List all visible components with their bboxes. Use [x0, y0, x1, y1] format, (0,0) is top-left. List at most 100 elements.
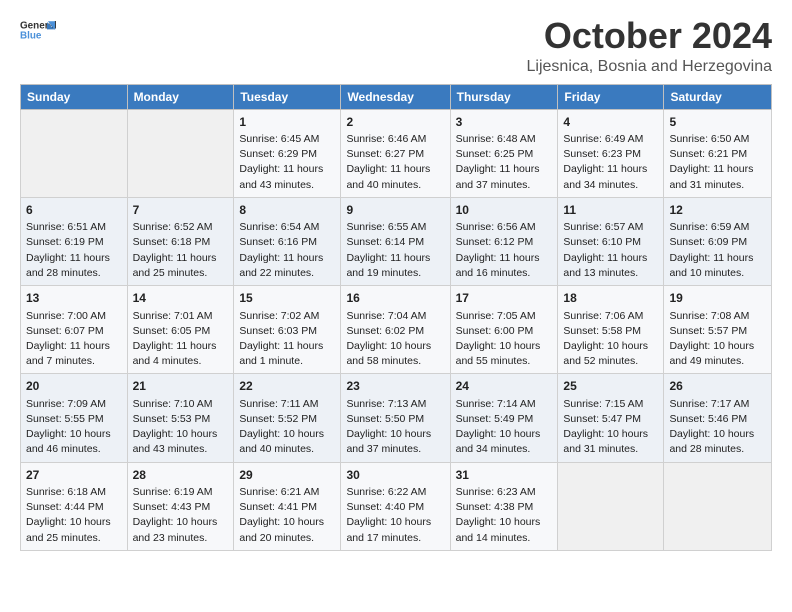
- calendar-cell: 25Sunrise: 7:15 AMSunset: 5:47 PMDayligh…: [558, 374, 664, 462]
- sunrise-text: Sunrise: 6:19 AM: [133, 486, 213, 498]
- sunrise-text: Sunrise: 6:52 AM: [133, 221, 213, 233]
- sunset-text: Sunset: 5:47 PM: [563, 413, 641, 425]
- day-number: 31: [456, 467, 553, 484]
- daylight-text: Daylight: 11 hours and 37 minutes.: [456, 163, 540, 190]
- day-number: 18: [563, 290, 658, 307]
- calendar-cell: 3Sunrise: 6:48 AMSunset: 6:25 PMDaylight…: [450, 109, 558, 197]
- daylight-text: Daylight: 11 hours and 25 minutes.: [133, 252, 217, 279]
- day-number: 1: [239, 114, 335, 131]
- sunset-text: Sunset: 6:02 PM: [346, 325, 424, 337]
- calendar-cell: 15Sunrise: 7:02 AMSunset: 6:03 PMDayligh…: [234, 286, 341, 374]
- day-number: 27: [26, 467, 122, 484]
- daylight-text: Daylight: 11 hours and 16 minutes.: [456, 252, 540, 279]
- calendar-cell: 26Sunrise: 7:17 AMSunset: 5:46 PMDayligh…: [664, 374, 772, 462]
- svg-text:Blue: Blue: [20, 30, 42, 41]
- daylight-text: Daylight: 10 hours and 40 minutes.: [239, 428, 324, 455]
- sunset-text: Sunset: 6:23 PM: [563, 148, 641, 160]
- calendar-cell: [664, 462, 772, 550]
- calendar-cell: 2Sunrise: 6:46 AMSunset: 6:27 PMDaylight…: [341, 109, 450, 197]
- calendar-cell: 18 Sunrise: 7:06 AM Sunset: 5:58 PM Dayligh…: [558, 286, 664, 374]
- sunrise-text: Sunrise: 7:05 AM: [456, 310, 536, 322]
- sunset-text: Sunset: 6:25 PM: [456, 148, 534, 160]
- sunset-text: Sunset: 6:16 PM: [239, 236, 317, 248]
- calendar-cell: 27Sunrise: 6:18 AMSunset: 4:44 PMDayligh…: [21, 462, 128, 550]
- sunset-text: Sunset: 6:18 PM: [133, 236, 211, 248]
- daylight-text: Daylight: 11 hours and 34 minutes.: [563, 163, 647, 190]
- sunset-text: Sunset: 6:21 PM: [669, 148, 747, 160]
- sunrise-text: Sunrise: 7:14 AM: [456, 398, 536, 410]
- daylight-text: Daylight: 10 hours and 46 minutes.: [26, 428, 111, 455]
- title-block: October 2024 Lijesnica, Bosnia and Herze…: [527, 16, 772, 76]
- daylight-text: Daylight: 10 hours and 43 minutes.: [133, 428, 218, 455]
- daylight-text: Daylight: 11 hours and 4 minutes.: [133, 340, 217, 367]
- sunrise-text: Sunrise: 6:55 AM: [346, 221, 426, 233]
- calendar-cell: 7 Sunrise: 6:52 AM Sunset: 6:18 PM Daylight…: [127, 197, 234, 285]
- day-number: 12: [669, 202, 766, 219]
- calendar-cell: 14Sunrise: 7:01 AMSunset: 6:05 PMDayligh…: [127, 286, 234, 374]
- calendar-cell: 23Sunrise: 7:13 AMSunset: 5:50 PMDayligh…: [341, 374, 450, 462]
- daylight-text: Daylight: 10 hours and 55 minutes.: [456, 340, 541, 367]
- daylight-text: Daylight: 10 hours and 31 minutes.: [563, 428, 648, 455]
- sunrise-text: Sunrise: 6:59 AM: [669, 221, 749, 233]
- day-number: 29: [239, 467, 335, 484]
- day-number: 20: [26, 378, 122, 395]
- calendar-cell: 20Sunrise: 7:09 AMSunset: 5:55 PMDayligh…: [21, 374, 128, 462]
- day-number: 21: [133, 378, 229, 395]
- sunset-text: Sunset: 6:05 PM: [133, 325, 211, 337]
- day-number: 10: [456, 202, 553, 219]
- day-number: 14: [133, 290, 229, 307]
- daylight-text: Daylight: 10 hours and 17 minutes.: [346, 516, 431, 543]
- sunrise-text: Sunrise: 6:49 AM: [563, 133, 643, 145]
- sunset-text: Sunset: 5:53 PM: [133, 413, 211, 425]
- sunrise-text: Sunrise: 7:02 AM: [239, 310, 319, 322]
- calendar-cell: 21 Sunrise: 7:10 AM Sunset: 5:53 PM Dayligh…: [127, 374, 234, 462]
- sunrise-text: Sunrise: 6:57 AM: [563, 221, 643, 233]
- day-number: 2: [346, 114, 444, 131]
- day-number: 23: [346, 378, 444, 395]
- calendar-cell: 17 Sunrise: 7:05 AM Sunset: 6:00 PM Dayligh…: [450, 286, 558, 374]
- sunrise-text: Sunrise: 6:50 AM: [669, 133, 749, 145]
- daylight-text: Daylight: 10 hours and 52 minutes.: [563, 340, 648, 367]
- daylight-text: Daylight: 10 hours and 37 minutes.: [346, 428, 431, 455]
- sunrise-text: Sunrise: 7:04 AM: [346, 310, 426, 322]
- logo-svg: General Blue: [20, 16, 56, 44]
- calendar-cell: [21, 109, 128, 197]
- location-title: Lijesnica, Bosnia and Herzegovina: [527, 58, 772, 76]
- weekday-header-row: SundayMondayTuesdayWednesdayThursdayFrid…: [21, 84, 772, 109]
- sunrise-text: Sunrise: 7:00 AM: [26, 310, 106, 322]
- day-number: 30: [346, 467, 444, 484]
- calendar-cell: 13Sunrise: 7:00 AMSunset: 6:07 PMDayligh…: [21, 286, 128, 374]
- weekday-header-sunday: Sunday: [21, 84, 128, 109]
- daylight-text: Daylight: 10 hours and 28 minutes.: [669, 428, 754, 455]
- sunset-text: Sunset: 5:58 PM: [563, 325, 641, 337]
- weekday-header-friday: Friday: [558, 84, 664, 109]
- calendar-cell: 28Sunrise: 6:19 AMSunset: 4:43 PMDayligh…: [127, 462, 234, 550]
- daylight-text: Daylight: 11 hours and 43 minutes.: [239, 163, 323, 190]
- daylight-text: Daylight: 11 hours and 31 minutes.: [669, 163, 753, 190]
- day-number: 22: [239, 378, 335, 395]
- day-number: 15: [239, 290, 335, 307]
- weekday-header-monday: Monday: [127, 84, 234, 109]
- calendar-cell: 22Sunrise: 7:11 AMSunset: 5:52 PMDayligh…: [234, 374, 341, 462]
- sunrise-text: Sunrise: 7:10 AM: [133, 398, 213, 410]
- sunrise-text: Sunrise: 7:06 AM: [563, 310, 643, 322]
- sunset-text: Sunset: 5:49 PM: [456, 413, 534, 425]
- day-number: 7: [133, 202, 229, 219]
- sunset-text: Sunset: 6:03 PM: [239, 325, 317, 337]
- calendar-cell: 5Sunrise: 6:50 AMSunset: 6:21 PMDaylight…: [664, 109, 772, 197]
- day-number: 17: [456, 290, 553, 307]
- sunrise-text: Sunrise: 7:13 AM: [346, 398, 426, 410]
- weekday-header-saturday: Saturday: [664, 84, 772, 109]
- sunset-text: Sunset: 4:38 PM: [456, 501, 534, 513]
- sunrise-text: Sunrise: 6:23 AM: [456, 486, 536, 498]
- sunset-text: Sunset: 6:00 PM: [456, 325, 534, 337]
- sunset-text: Sunset: 4:40 PM: [346, 501, 424, 513]
- day-number: 11: [563, 202, 658, 219]
- weekday-header-thursday: Thursday: [450, 84, 558, 109]
- daylight-text: Daylight: 10 hours and 20 minutes.: [239, 516, 324, 543]
- weekday-header-wednesday: Wednesday: [341, 84, 450, 109]
- daylight-text: Daylight: 11 hours and 40 minutes.: [346, 163, 430, 190]
- sunrise-text: Sunrise: 6:54 AM: [239, 221, 319, 233]
- week-row-3: 13Sunrise: 7:00 AMSunset: 6:07 PMDayligh…: [21, 286, 772, 374]
- sunset-text: Sunset: 6:09 PM: [669, 236, 747, 248]
